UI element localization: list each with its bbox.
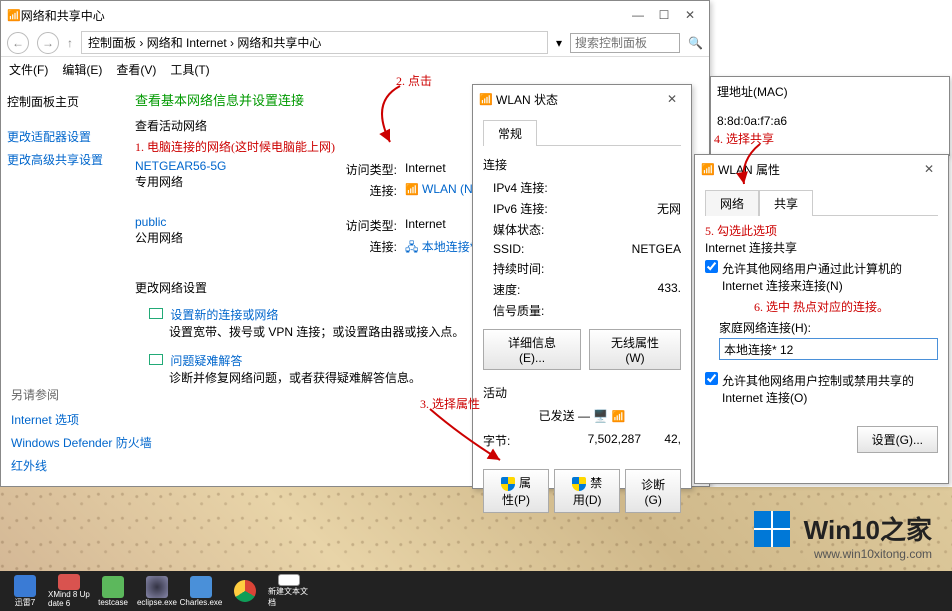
wifi-icon (405, 182, 419, 196)
bytes-recv: 42, (641, 432, 681, 449)
mac-value: 8:8d:0a:f7:a6 (717, 114, 943, 128)
window-title: 网络和共享中心 (21, 7, 625, 24)
task-testcase[interactable]: testcase (92, 574, 134, 608)
watermark: Win10之家 www.win10xitong.com (754, 510, 932, 561)
wireless-props-button[interactable]: 无线属性(W) (589, 329, 681, 370)
bytes-sent: 7,502,287 (588, 432, 641, 449)
status-title: WLAN 状态 (496, 91, 659, 108)
status-titlebar: WLAN 状态 ✕ (473, 85, 691, 113)
network1-name[interactable]: NETGEAR56-5G (135, 159, 335, 173)
annotation-5: 5. 勾选此选项 (705, 222, 938, 239)
wifi-icon (479, 92, 493, 106)
maximize-button[interactable]: ☐ (651, 5, 677, 25)
troubleshoot-icon (149, 354, 163, 365)
menu-tools[interactable]: 工具(T) (170, 61, 209, 78)
checkbox-allow-share[interactable] (705, 260, 718, 273)
minimize-button[interactable]: — (625, 5, 651, 25)
see-also: 另请参阅 Internet 选项 Windows Defender 防火墙 红外… (11, 386, 171, 474)
sidebar-home[interactable]: 控制面板主页 (7, 90, 115, 113)
arrow-3 (420, 405, 510, 475)
task-notepad[interactable]: 新建文本文档 (268, 574, 310, 608)
address-bar: ← → ↑ 控制面板 › 网络和 Internet › 网络和共享中心 ▾ 🔍 (1, 29, 709, 57)
task-charles[interactable]: Charles.exe (180, 574, 222, 608)
wifi-icon (701, 162, 715, 176)
task-setup-connection[interactable]: 设置新的连接或网络 (170, 308, 278, 322)
tab-sharing[interactable]: 共享 (759, 190, 813, 216)
sidebar-adapter[interactable]: 更改适配器设置 (7, 125, 115, 148)
search-icon[interactable]: 🔍 (688, 36, 703, 50)
tab-network[interactable]: 网络 (705, 190, 759, 216)
checkbox-allow-control[interactable] (705, 372, 718, 385)
back-button[interactable]: ← (7, 32, 29, 54)
taskbar: 迅雷7 XMind 8 Up date 6 testcase eclipse.e… (0, 571, 952, 611)
shield-icon (572, 477, 586, 491)
signal-icon (612, 409, 626, 423)
task-xmind[interactable]: XMind 8 Up date 6 (48, 574, 90, 608)
see-internet-options[interactable]: Internet 选项 (11, 411, 171, 428)
task-eclipse[interactable]: eclipse.exe (136, 574, 178, 608)
sidebar-advanced[interactable]: 更改高级共享设置 (7, 148, 115, 171)
arrow-4 (720, 140, 770, 190)
menu-bar: 文件(F) 编辑(E) 查看(V) 工具(T) (1, 57, 709, 82)
shield-icon (501, 477, 515, 491)
windows-logo-icon (754, 511, 790, 547)
allow-control-checkbox[interactable]: 允许其他网络用户控制或禁用共享的 Internet 连接(O) (705, 368, 938, 410)
network2-type: 公用网络 (135, 229, 335, 246)
dropdown-icon[interactable]: ▾ (556, 36, 562, 50)
network2-name[interactable]: public (135, 215, 335, 229)
see-infrared[interactable]: 红外线 (11, 457, 171, 474)
network1-access: Internet (405, 161, 446, 178)
status-close-button[interactable]: ✕ (659, 89, 685, 109)
network-icon (7, 8, 21, 22)
wlan-props-window: WLAN 属性 ✕ 网络共享 5. 勾选此选项 Internet 连接共享 允许… (694, 154, 949, 484)
arrow-2 (340, 82, 420, 152)
ics-heading: Internet 连接共享 (705, 239, 938, 256)
props-close-button[interactable]: ✕ (916, 159, 942, 179)
task-xunlei[interactable]: 迅雷7 (4, 574, 46, 608)
forward-button[interactable]: → (37, 32, 59, 54)
menu-view[interactable]: 查看(V) (116, 61, 156, 78)
see-defender[interactable]: Windows Defender 防火墙 (11, 434, 171, 451)
activity-icon: 🖥️ (593, 409, 608, 423)
tab-general[interactable]: 常规 (483, 120, 537, 146)
task-troubleshoot[interactable]: 问题疑难解答 (170, 354, 242, 368)
mac-label: 理地址(MAC) (717, 83, 943, 100)
allow-share-checkbox[interactable]: 允许其他网络用户通过此计算机的 Internet 连接来连接(N) (705, 256, 938, 298)
close-button[interactable]: ✕ (677, 5, 703, 25)
annotation-6: 6. 选中 热点对应的连接。 (705, 298, 938, 315)
menu-file[interactable]: 文件(F) (9, 61, 48, 78)
menu-edit[interactable]: 编辑(E) (62, 61, 102, 78)
home-conn-label: 家庭网络连接(H): (719, 319, 938, 336)
network1-type: 专用网络 (135, 173, 335, 190)
home-connection-select[interactable] (719, 338, 938, 360)
up-button[interactable]: ↑ (67, 36, 73, 50)
setup-icon (149, 308, 163, 319)
task-chrome[interactable] (224, 574, 266, 608)
search-input[interactable] (570, 33, 680, 53)
diagnose-button[interactable]: 诊断(G) (625, 469, 681, 513)
activity-label: 活动 (483, 384, 681, 401)
breadcrumb[interactable]: 控制面板 › 网络和 Internet › 网络和共享中心 (81, 31, 548, 54)
disable-button[interactable]: 禁用(D) (554, 469, 620, 513)
details-button[interactable]: 详细信息(E)... (483, 329, 581, 370)
section-connection: 连接 (483, 156, 681, 173)
ncpl-titlebar: 网络和共享中心 — ☐ ✕ (1, 1, 709, 29)
properties-button[interactable]: 属性(P) (483, 469, 549, 513)
sidebar: 控制面板主页 更改适配器设置 更改高级共享设置 (1, 82, 121, 398)
network2-access: Internet (405, 217, 446, 234)
settings-button[interactable]: 设置(G)... (857, 426, 938, 453)
